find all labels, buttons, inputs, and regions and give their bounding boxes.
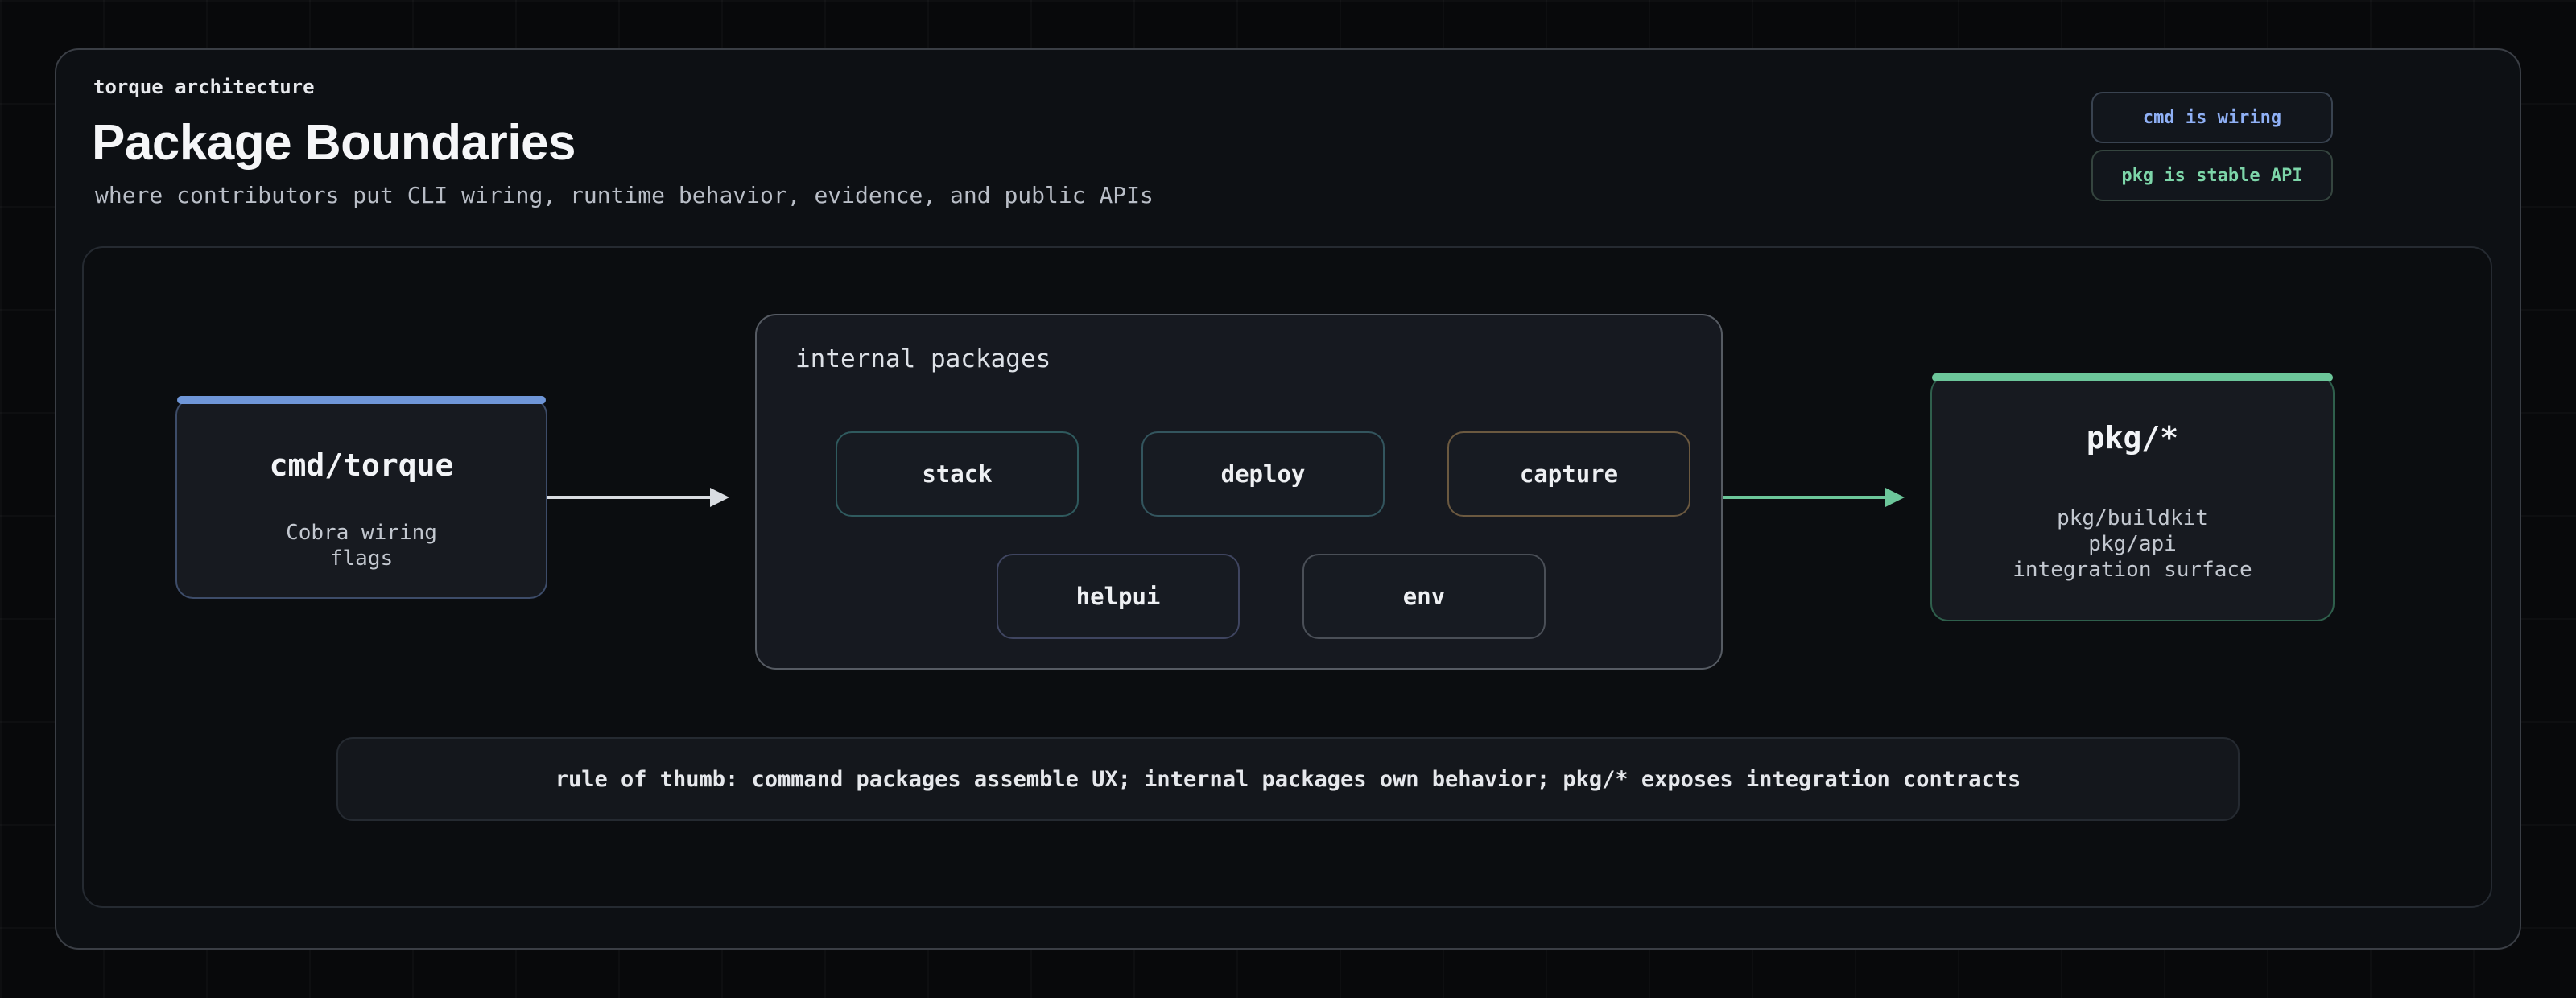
rule-of-thumb-note: rule of thumb: command packages assemble… bbox=[336, 737, 2240, 821]
flow-arrows bbox=[547, 488, 1905, 507]
arrow-cmd-to-internal bbox=[547, 488, 729, 507]
arrow-internal-to-pkg bbox=[1723, 488, 1905, 507]
